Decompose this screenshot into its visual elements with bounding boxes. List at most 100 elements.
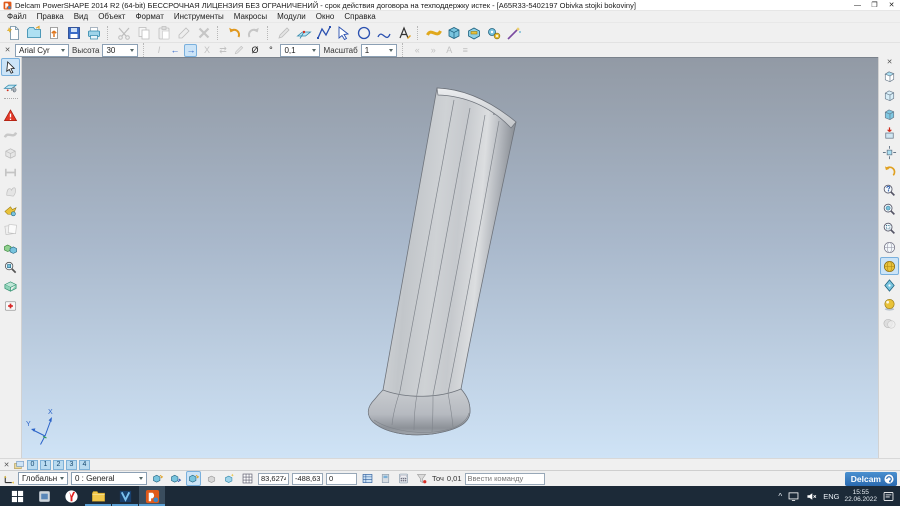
start-button[interactable] (4, 486, 30, 506)
level-tab-3[interactable]: 3 (66, 460, 77, 470)
menu-item-object[interactable]: Объект (93, 11, 130, 22)
dynamic-section-button[interactable] (880, 276, 899, 294)
iso-view-3-button[interactable] (880, 105, 899, 123)
iso-view-1-button[interactable] (880, 67, 899, 85)
snap-off-button[interactable] (204, 471, 219, 486)
paste-button[interactable] (155, 24, 173, 42)
sheets-button[interactable] (1, 220, 20, 238)
polyline-button[interactable] (315, 24, 333, 42)
previous-view-button[interactable] (880, 162, 899, 180)
zoom-full-button[interactable] (880, 200, 899, 218)
find-button[interactable] (1, 258, 20, 276)
menu-item-format[interactable]: Формат (130, 11, 168, 22)
snap-grid-button[interactable] (150, 471, 165, 486)
box-button[interactable] (1, 277, 20, 295)
taskbar-app-powershape[interactable] (139, 486, 165, 506)
warning-button[interactable] (1, 106, 20, 124)
text-toolbar-close-icon[interactable]: ✕ (3, 46, 12, 54)
edit-pen-button[interactable] (275, 24, 293, 42)
level-tab-2[interactable]: 2 (53, 460, 64, 470)
menu-item-macros[interactable]: Макросы (229, 11, 272, 22)
wireframe-view-button[interactable] (880, 238, 899, 256)
delete-button[interactable] (195, 24, 213, 42)
taskbar-app-vector[interactable] (112, 486, 138, 506)
font-style-button[interactable]: A (443, 44, 456, 57)
align-first-button[interactable]: « (411, 44, 424, 57)
italic-button[interactable]: I (152, 44, 165, 57)
view-from-top-button[interactable] (880, 124, 899, 142)
scale-select[interactable]: 1 (361, 44, 397, 57)
direction-left-button[interactable]: ← (168, 44, 181, 57)
cut-button[interactable] (115, 24, 133, 42)
shiny-view-button[interactable] (880, 295, 899, 313)
translucent-view-button[interactable] (880, 314, 899, 332)
redo-button[interactable] (245, 24, 263, 42)
viewport[interactable]: X Y (22, 57, 878, 458)
taskbar-app-utility[interactable] (31, 486, 57, 506)
taskbar-app-explorer[interactable] (85, 486, 111, 506)
diameter-button[interactable]: Ø (248, 44, 261, 57)
levels-close-icon[interactable]: ✕ (2, 461, 11, 469)
direction-right-button[interactable]: → (184, 44, 197, 57)
workplane-button[interactable] (295, 24, 313, 42)
shaded-view-button[interactable] (880, 257, 899, 275)
arrow-button[interactable] (335, 24, 353, 42)
spacing-button[interactable]: X (200, 44, 213, 57)
command-input[interactable] (465, 473, 545, 485)
pen-button[interactable] (232, 44, 245, 57)
undo-button[interactable] (225, 24, 243, 42)
view-toolbar-close-icon[interactable]: ✕ (885, 58, 894, 66)
menu-item-file[interactable]: Файл (2, 11, 32, 22)
filter-button[interactable] (414, 471, 429, 486)
clock[interactable]: 15:55 22.06.2022 (844, 489, 877, 504)
feature-button[interactable] (465, 24, 483, 42)
solid-button[interactable] (445, 24, 463, 42)
level-tab-4[interactable]: 4 (79, 460, 90, 470)
degree-button[interactable]: ° (264, 44, 277, 57)
copy-button[interactable] (135, 24, 153, 42)
network-icon[interactable] (787, 490, 800, 503)
analysis-button[interactable] (1, 201, 20, 219)
erase-button[interactable] (175, 24, 193, 42)
coord-z-field[interactable] (326, 473, 357, 485)
tray-expand-button[interactable]: ^ (778, 492, 782, 501)
snap-key-button[interactable] (168, 471, 183, 486)
model-doctor-button[interactable] (1, 296, 20, 314)
tolerance-select[interactable]: 0,1 (280, 44, 320, 57)
print-button[interactable] (85, 24, 103, 42)
menu-item-view[interactable]: Вид (69, 11, 93, 22)
menu-item-help[interactable]: Справка (339, 11, 380, 22)
menu-item-modules[interactable]: Модули (272, 11, 311, 22)
coord-x-field[interactable] (258, 473, 289, 485)
new-model-button[interactable] (5, 24, 23, 42)
iso-view-2-button[interactable] (880, 86, 899, 104)
table-button[interactable] (360, 471, 375, 486)
language-indicator[interactable]: ENG (823, 492, 839, 501)
snap-intelligent-button[interactable] (186, 471, 201, 486)
circle-button[interactable] (355, 24, 373, 42)
surface-button[interactable] (425, 24, 443, 42)
wizard-button[interactable] (505, 24, 523, 42)
curve-button[interactable] (375, 24, 393, 42)
open-model-button[interactable] (25, 24, 43, 42)
align-last-button[interactable]: » (427, 44, 440, 57)
maximize-button[interactable]: ❐ (866, 0, 883, 11)
level-tab-0[interactable]: 0 (27, 460, 38, 470)
solid-tools-button[interactable] (1, 144, 20, 162)
level-tab-1[interactable]: 1 (40, 460, 51, 470)
select-arrow-button[interactable] (1, 58, 20, 76)
view-multiple-button[interactable] (880, 143, 899, 161)
calculator-button[interactable] (396, 471, 411, 486)
surface-tools-button[interactable] (1, 125, 20, 143)
minimize-button[interactable]: — (849, 0, 866, 11)
kerning-button[interactable]: ⇄ (216, 44, 229, 57)
grid-button[interactable] (240, 471, 255, 486)
taskbar-app-browser[interactable] (58, 486, 84, 506)
zoom-box-button[interactable] (880, 219, 899, 237)
assembly-button[interactable] (485, 24, 503, 42)
save-button[interactable] (65, 24, 83, 42)
menu-item-edit[interactable]: Правка (32, 11, 69, 22)
coord-y-field[interactable] (292, 473, 323, 485)
workplane-tools-button[interactable] (1, 77, 20, 95)
import-button[interactable] (45, 24, 63, 42)
